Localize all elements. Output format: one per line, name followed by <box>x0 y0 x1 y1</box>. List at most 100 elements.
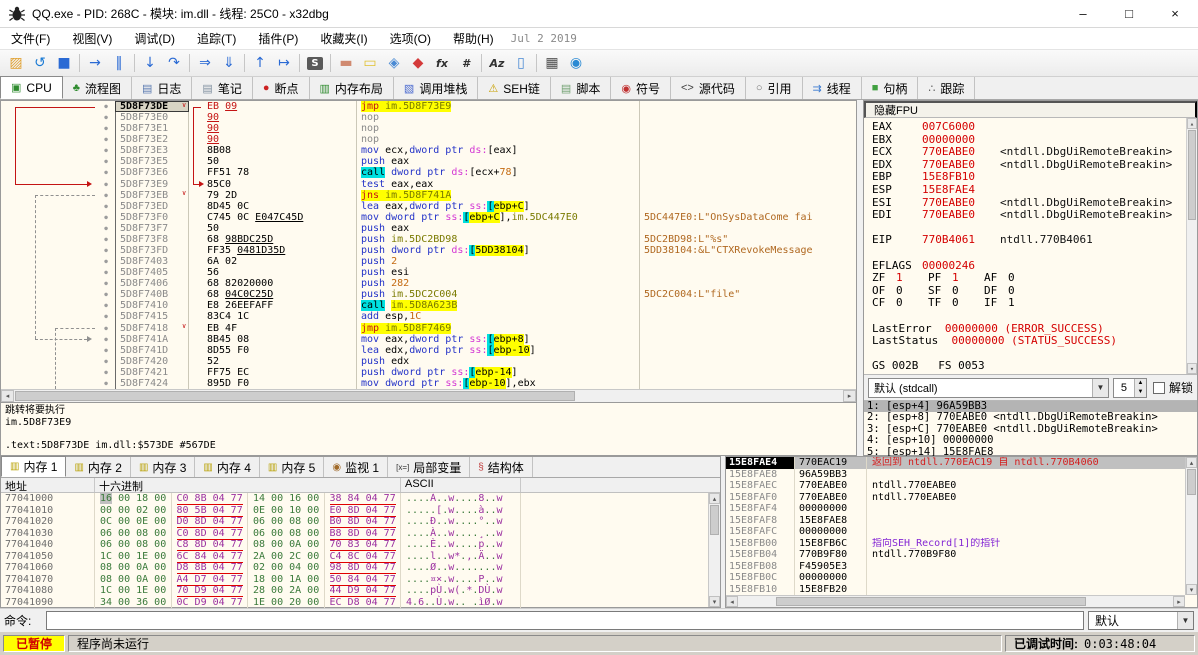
register-line[interactable]: EAX007C6000 <box>872 121 1197 134</box>
scroll-right-button[interactable] <box>843 390 856 402</box>
step-down-icon[interactable]: ⇓ <box>217 52 241 74</box>
tab-日志[interactable]: ▤日志 <box>132 77 192 99</box>
disasm-row[interactable]: ●5D8F73EB79 2Djns im.5D8F741A <box>1 190 856 201</box>
dump-row[interactable]: 7704103006 00 08 00C0 8D 04 7706 00 08 0… <box>1 528 720 540</box>
stack-row[interactable]: 15E8FB0015E8FB6C指向SEH_Record[1]的指针 <box>726 538 1197 550</box>
close-button[interactable]: × <box>1152 0 1198 28</box>
register-line[interactable]: EFLAGS00000246 <box>872 260 1197 273</box>
breakpoint-dot-icon[interactable]: ● <box>97 356 115 367</box>
disasm-row[interactable]: ●5D8F73E190nop <box>1 123 856 134</box>
hide-fpu-button[interactable]: 隐藏FPU <box>864 101 1197 118</box>
unlock-checkbox[interactable]: 解锁 <box>1153 379 1193 396</box>
stack-pane[interactable]: 15E8FAE4770EAC19返回到 ntdll.770EAC19 自 ntd… <box>725 456 1198 608</box>
scroll-down-button[interactable] <box>1187 363 1197 374</box>
labels-icon[interactable]: ◈ <box>382 52 406 74</box>
scroll-thumb[interactable] <box>710 505 719 535</box>
step-over-icon[interactable]: ↷ <box>162 52 186 74</box>
bookmark-icon[interactable]: ◆ <box>406 52 430 74</box>
dump-row[interactable]: 770410801C 00 1E 0070 D9 04 7728 00 2A 0… <box>1 585 720 597</box>
menu-item-6[interactable]: 选项(O) <box>379 28 442 49</box>
scroll-down-button[interactable] <box>1186 584 1197 595</box>
restart-icon[interactable]: ↺ <box>28 52 52 74</box>
dump-tab-内存 2[interactable]: ▥内存 2 <box>66 457 130 477</box>
register-line[interactable]: ECX770EABE0<ntdll.DbgUiRemoteBreakin> <box>872 146 1197 159</box>
disasm-row[interactable]: ●5D8F73F868 98BDC25Dpush im.5DC2BD985DC2… <box>1 234 856 245</box>
minimize-button[interactable]: – <box>1060 0 1106 28</box>
menu-item-1[interactable]: 视图(V) <box>61 28 123 49</box>
maximize-button[interactable]: □ <box>1106 0 1152 28</box>
register-line[interactable]: ZF1PF1AF0 <box>872 272 1197 285</box>
stack-row[interactable]: 15E8FAF0770EABE0ntdll.770EABE0 <box>726 492 1197 504</box>
tab-符号[interactable]: ◉符号 <box>611 77 671 99</box>
hash-breakpoint-icon[interactable]: # <box>454 52 478 74</box>
string-case-icon[interactable]: Az <box>485 52 509 74</box>
dump-tab-内存 1[interactable]: ▥内存 1 <box>1 456 66 477</box>
close-debuggee-icon[interactable]: ■ <box>52 52 76 74</box>
breakpoint-dot-icon[interactable]: ● <box>97 190 115 201</box>
command-input[interactable] <box>46 611 1084 630</box>
stack-row[interactable]: 15E8FB1015E8FB20 <box>726 584 1197 596</box>
register-line[interactable]: ESP15E8FAE4 <box>872 184 1197 197</box>
chevron-down-icon[interactable]: ▼ <box>1092 379 1108 397</box>
stack-row[interactable]: 15E8FAE4770EAC19返回到 ntdll.770EAC19 自 ntd… <box>726 457 1197 469</box>
stack-row[interactable]: 15E8FAF815E8FAE8 <box>726 515 1197 527</box>
disasm-row[interactable]: ●5D8F73F0C745 0C E047C45Dmov dword ptr s… <box>1 212 856 223</box>
dump-tab-局部变量[interactable]: [x=]局部变量 <box>388 457 470 477</box>
disasm-row[interactable]: ●5D8F73E550push eax <box>1 156 856 167</box>
disassembly-hscrollbar[interactable] <box>1 389 856 402</box>
register-line[interactable]: EDX770EABE0<ntdll.DbgUiRemoteBreakin> <box>872 159 1197 172</box>
disasm-row[interactable]: ●5D8F73DEEB 09jmp im.5D8F73E9 <box>1 101 856 112</box>
tab-流程图[interactable]: ♣流程图 <box>63 77 132 99</box>
stack-row[interactable]: 15E8FAEC770EABE0ntdll.770EABE0 <box>726 480 1197 492</box>
patch-icon[interactable]: ▬ <box>334 52 358 74</box>
scroll-thumb[interactable] <box>1188 130 1196 220</box>
disasm-row[interactable]: ●5D8F7418EB 4Fjmp im.5D8F7469 <box>1 323 856 334</box>
stack-vscrollbar[interactable] <box>1185 457 1197 595</box>
skip-icon[interactable]: S <box>303 52 327 74</box>
register-line[interactable]: OF0SF0DF0 <box>872 285 1197 298</box>
disassembly-pane[interactable]: ●5D8F73DEEB 09jmp im.5D8F73E9●5D8F73E090… <box>0 100 857 456</box>
disasm-row[interactable]: ●5D8F741A8B45 08mov eax,dword ptr ss:[eb… <box>1 334 856 345</box>
step-out-icon[interactable]: ↑ <box>248 52 272 74</box>
scroll-left-button[interactable] <box>1 390 14 402</box>
dump-tab-结构体[interactable]: §结构体 <box>470 457 533 477</box>
tab-跟踪[interactable]: ∴跟踪 <box>918 77 975 99</box>
stack-row[interactable]: 15E8FAFC00000000 <box>726 526 1197 538</box>
disasm-row[interactable]: ●5D8F740668 82020000push 282 <box>1 278 856 289</box>
disasm-row[interactable]: ●5D8F7424895D F0mov dword ptr ss:[ebp-10… <box>1 378 856 389</box>
breakpoint-dot-icon[interactable]: ● <box>97 289 115 300</box>
menu-item-4[interactable]: 插件(P) <box>247 28 309 49</box>
stack-row[interactable]: 15E8FAE896A59BB3 <box>726 469 1197 481</box>
breakpoint-dot-icon[interactable]: ● <box>97 345 115 356</box>
disasm-row[interactable]: ●5D8F73E6FF51 78call dword ptr ds:[ecx+7… <box>1 167 856 178</box>
breakpoint-dot-icon[interactable]: ● <box>97 311 115 322</box>
scroll-down-button[interactable] <box>709 596 720 607</box>
breakpoint-dot-icon[interactable]: ● <box>97 323 115 334</box>
dump-tab-内存 3[interactable]: ▥内存 3 <box>131 457 195 477</box>
register-line[interactable]: EBP15E8FB10 <box>872 171 1197 184</box>
dump-row[interactable]: 7704100016 00 18 00C0 8B 04 7714 00 16 0… <box>1 493 720 505</box>
run-icon[interactable]: → <box>83 52 107 74</box>
breakpoint-dot-icon[interactable]: ● <box>97 267 115 278</box>
menu-item-7[interactable]: 帮助(H) <box>442 28 505 49</box>
dump-row[interactable]: 770410200C 00 0E 00D0 8D 04 7706 00 08 0… <box>1 516 720 528</box>
dump-row[interactable]: 7704107008 00 0A 00A4 D7 04 7718 00 1A 0… <box>1 574 720 586</box>
argument-count-stepper[interactable]: 5 ▲▼ <box>1113 378 1147 398</box>
scroll-thumb[interactable] <box>776 597 1086 606</box>
registers-area[interactable]: EAX007C6000EBX00000000ECX770EABE0<ntdll.… <box>864 118 1197 374</box>
breakpoint-dot-icon[interactable]: ● <box>97 300 115 311</box>
dump-vscrollbar[interactable] <box>708 493 720 607</box>
pause-icon[interactable]: ‖ <box>107 52 131 74</box>
register-line[interactable]: EDI770EABE0<ntdll.DbgUiRemoteBreakin> <box>872 209 1197 222</box>
function-icon[interactable]: fx <box>430 52 454 74</box>
breakpoint-dot-icon[interactable]: ● <box>97 245 115 256</box>
dump-tab-内存 4[interactable]: ▥内存 4 <box>195 457 259 477</box>
scroll-up-button[interactable] <box>1187 118 1197 129</box>
breakpoint-dot-icon[interactable]: ● <box>97 212 115 223</box>
step-into-icon[interactable]: ↓ <box>138 52 162 74</box>
stack-hscrollbar[interactable] <box>726 595 1185 607</box>
dump-row[interactable]: 7704109034 00 36 000C D9 04 771E 00 20 0… <box>1 597 720 609</box>
scroll-left-button[interactable] <box>726 596 738 607</box>
registers-vscrollbar[interactable] <box>1186 118 1197 374</box>
disasm-row[interactable]: ●5D8F73E38B08mov ecx,dword ptr ds:[eax] <box>1 145 856 156</box>
